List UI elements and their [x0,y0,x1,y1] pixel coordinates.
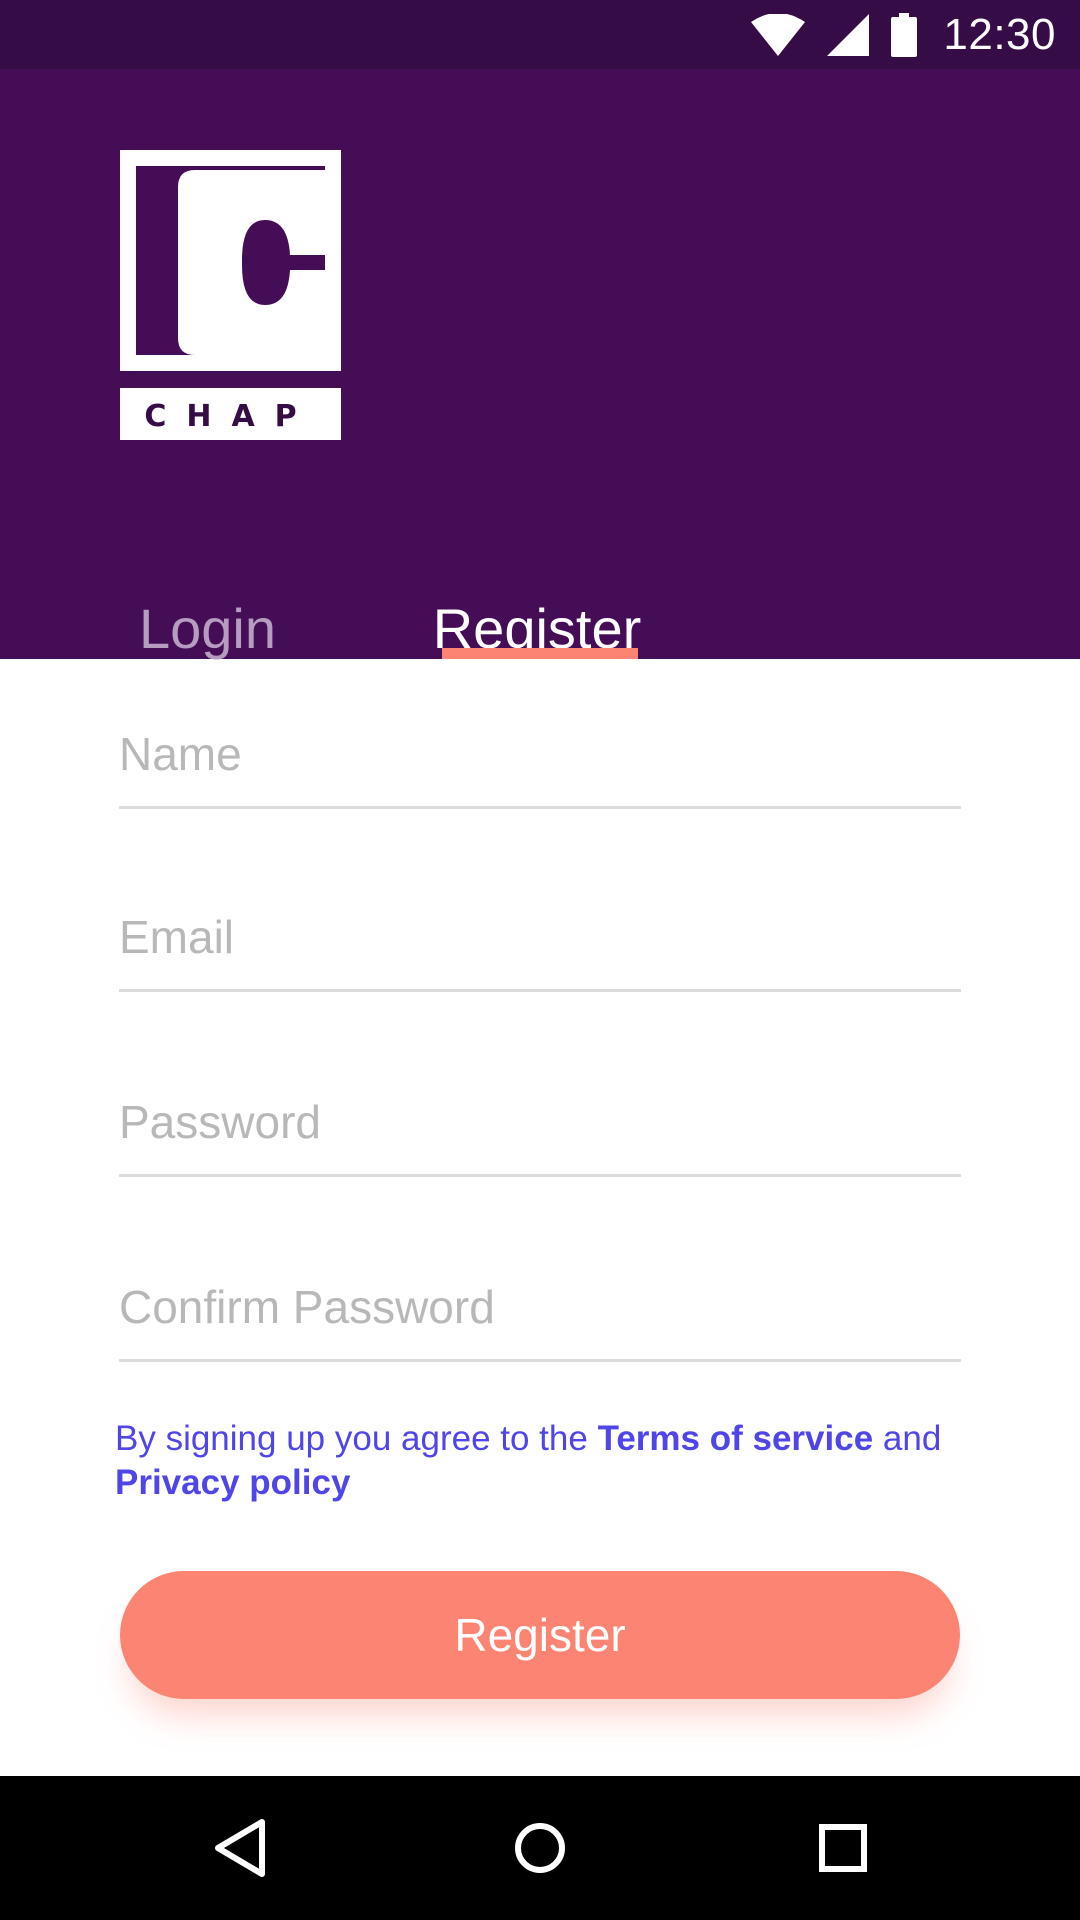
battery-icon [891,12,918,57]
logo-text: CHAP [144,399,316,434]
back-icon [215,1819,265,1877]
terms-notice: By signing up you agree to the Terms of … [115,1417,975,1505]
status-time: 12:30 [943,9,1056,59]
confirm-password-field [119,1272,961,1362]
confirm-password-input[interactable] [119,1277,961,1337]
password-input[interactable] [119,1092,961,1152]
status-bar: 12:30 [0,0,1080,69]
active-tab-indicator [442,648,638,659]
password-field [119,1087,961,1177]
home-button[interactable] [490,1776,590,1920]
chap-logo: CHAP [120,150,341,440]
terms-prefix: By signing up you agree to the [115,1419,598,1458]
tab-login[interactable]: Login [130,529,285,659]
status-icons: 12:30 [751,10,1056,60]
name-input[interactable] [119,724,961,784]
email-field [119,902,961,992]
name-field [119,719,961,809]
auth-tabs: Login Register [0,529,1080,659]
tab-login-label: Login [138,597,277,660]
recents-button[interactable] [793,1776,893,1920]
header: CHAP Login Register [0,69,1080,659]
cellular-signal-icon [827,13,870,56]
privacy-policy-link[interactable]: Privacy policy [115,1463,350,1502]
home-icon [515,1823,565,1873]
register-button[interactable]: Register [120,1571,960,1699]
email-input[interactable] [119,907,961,967]
recents-icon [819,1824,867,1872]
tab-register[interactable]: Register [432,529,642,659]
back-button[interactable] [190,1776,290,1920]
wifi-icon [751,13,806,56]
system-nav-bar [0,1776,1080,1920]
terms-of-service-link[interactable]: Terms of service [598,1419,874,1458]
terms-and: and [873,1419,942,1458]
